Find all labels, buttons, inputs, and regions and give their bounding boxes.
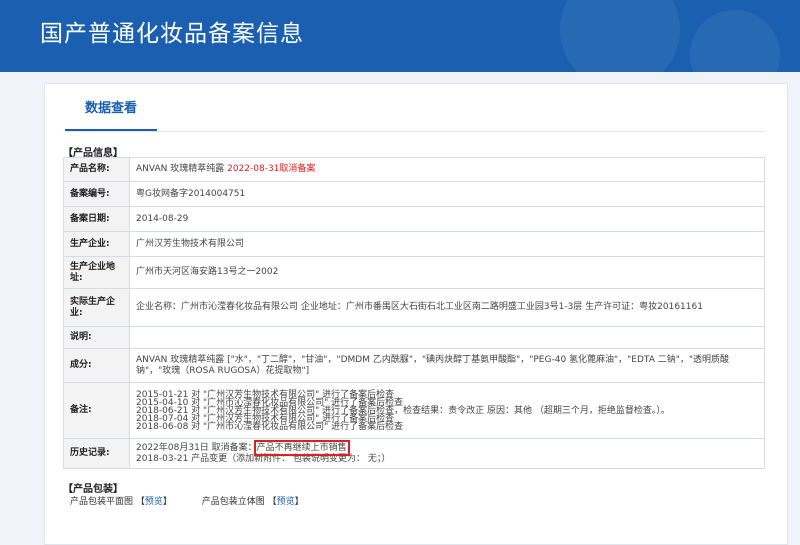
actual-maker-label: 实际生产企业: — [63, 288, 130, 327]
history-label: 历史记录: — [63, 438, 130, 469]
ingredients-value: ANVAN 玫瑰精萃纯露 ["水"，"丁二醇"，"甘油"，"DMDM 乙内酰脲"… — [129, 348, 765, 383]
history-cancel-date: 2022年08月31日 取消备案： — [136, 442, 257, 453]
page-title: 国产普通化妆品备案信息 — [40, 21, 304, 47]
preview-flat-link[interactable]: 预览 — [145, 497, 163, 507]
bracket-open: 【 — [267, 497, 277, 507]
bracket-close: 】 — [294, 497, 304, 507]
tab-divider — [65, 131, 765, 132]
date-value: 2014-08-29 — [129, 206, 765, 232]
table-row: 备案日期: 2014-08-29 — [63, 206, 765, 232]
reg-no-label: 备案编号: — [63, 181, 130, 207]
history-line: 2022年08月31日 取消备案：产品不再继续上市销售 — [136, 439, 758, 456]
remarks-label: 备注: — [63, 382, 130, 439]
content-panel: 数据查看 【产品信息】 产品名称: ANVAN 玫瑰精萃纯露 2022-08-3… — [44, 83, 788, 545]
table-row: 备注: 2015-01-21 对 "广州汉芳生物技术有限公司" 进行了备案后检查… — [63, 382, 765, 439]
reg-no-value: 粤G妆网备字2014004751 — [129, 181, 765, 207]
package-links: 产品包装平面图 【预览】 产品包装立体图 【预览】 — [70, 494, 304, 507]
header-decoration — [560, 0, 680, 90]
package-info-title: 【产品包装】 — [63, 484, 123, 495]
description-label: 说明: — [63, 326, 130, 349]
preview-solid-link[interactable]: 预览 — [277, 497, 295, 507]
package-flat-label: 产品包装平面图 — [70, 497, 134, 507]
table-row: 生产企业地址: 广州市天河区海安路13号之一2002 — [63, 256, 765, 289]
remarks-cell: 2015-01-21 对 "广州汉芳生物技术有限公司" 进行了备案后检查 201… — [129, 382, 765, 439]
table-row: 说明: — [63, 326, 765, 349]
table-row: 成分: ANVAN 玫瑰精萃纯露 ["水"，"丁二醇"，"甘油"，"DMDM 乙… — [63, 348, 765, 383]
table-row: 生产企业: 广州汉芳生物技术有限公司 — [63, 231, 765, 257]
date-label: 备案日期: — [63, 206, 130, 232]
package-solid-label: 产品包装立体图 — [201, 497, 265, 507]
cancel-status: 2022-08-31取消备案 — [227, 164, 316, 174]
maker-value: 广州汉芳生物技术有限公司 — [129, 231, 765, 257]
table-row: 历史记录: 2022年08月31日 取消备案：产品不再继续上市销售 2018-0… — [63, 438, 765, 469]
bracket-open: 【 — [135, 497, 145, 507]
maker-label: 生产企业: — [63, 231, 130, 257]
table-row: 实际生产企业: 企业名称：广州市沁滢春化妆品有限公司 企业地址：广州市番禺区大石… — [63, 288, 765, 327]
actual-maker-value: 企业名称：广州市沁滢春化妆品有限公司 企业地址：广州市番禺区大石街石北工业区南二… — [129, 288, 765, 327]
table-row: 备案编号: 粤G妆网备字2014004751 — [63, 181, 765, 207]
remark-line: 2018-06-08 对 "广州市沁滢春化妆品有限公司" 进行了备案后检查 — [136, 421, 404, 432]
page-header: 国产普通化妆品备案信息 — [0, 0, 800, 100]
name-label: 产品名称: — [63, 157, 130, 182]
history-cell: 2022年08月31日 取消备案：产品不再继续上市销售 2018-03-21 产… — [129, 438, 765, 469]
table-row: 产品名称: ANVAN 玫瑰精萃纯露 2022-08-31取消备案 — [63, 157, 765, 182]
ingredients-label: 成分: — [63, 348, 130, 383]
product-name: ANVAN 玫瑰精萃纯露 — [136, 164, 225, 174]
product-info-table: 产品名称: ANVAN 玫瑰精萃纯露 2022-08-31取消备案 备案编号: … — [63, 157, 765, 469]
maker-address-value: 广州市天河区海安路13号之一2002 — [129, 256, 765, 289]
name-cell: ANVAN 玫瑰精萃纯露 2022-08-31取消备案 — [129, 157, 765, 182]
tab-data-view[interactable]: 数据查看 — [65, 84, 157, 132]
history-cancel-reason: 产品不再继续上市销售 — [253, 439, 350, 456]
description-value — [129, 326, 765, 349]
bracket-close: 】 — [162, 497, 172, 507]
history-line: 2018-03-21 产品变更（添加新附件： 包装说明变更为： 无；） — [136, 453, 391, 464]
maker-address-label: 生产企业地址: — [63, 256, 130, 289]
